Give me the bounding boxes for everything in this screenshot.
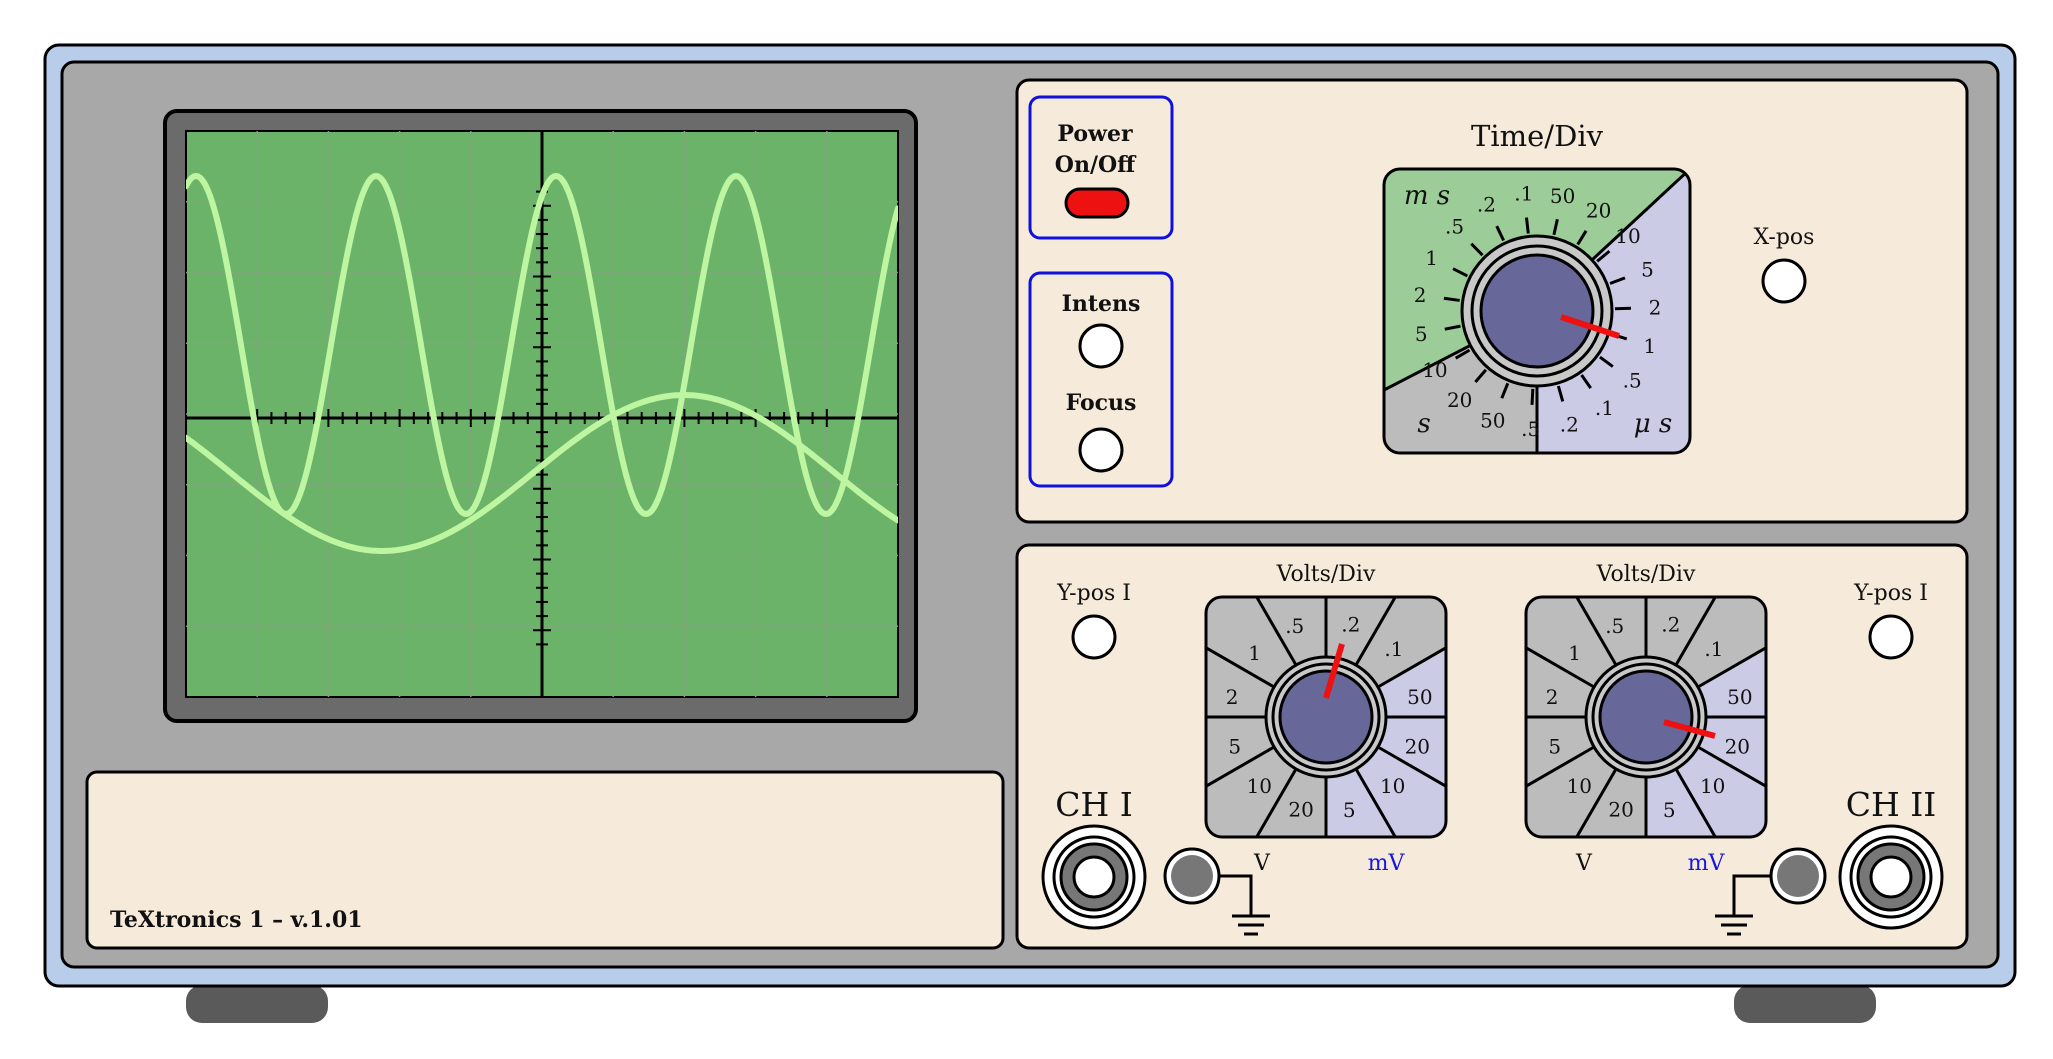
power-label-line2: On/Off: [1055, 152, 1137, 178]
intens-label: Intens: [1062, 291, 1141, 317]
intens-knob[interactable]: [1078, 323, 1124, 369]
volts-label-mv: 5: [1663, 798, 1676, 822]
ch2-ypos-knob[interactable]: [1868, 614, 1914, 660]
x-pos-label: X-pos: [1754, 225, 1815, 250]
ch2-mv-unit: mV: [1688, 851, 1726, 876]
timebase-tick: [1524, 217, 1530, 234]
volts-label-v: 2: [1226, 685, 1239, 709]
ch1-ground-socket-inner: [1171, 855, 1213, 897]
ch2-ypos-label: Y-pos I: [1853, 581, 1928, 606]
timebase-label-s: .5: [1521, 417, 1540, 441]
left-foot: [186, 985, 328, 1023]
timebase-title: Time/Div: [1471, 119, 1604, 153]
power-button[interactable]: [1064, 187, 1130, 219]
timebase-label-ms: 20: [1447, 388, 1472, 412]
timebase-label-ms: 5: [1415, 322, 1428, 346]
timebase-label-ms: .1: [1514, 182, 1533, 206]
timebase-label-ms: 10: [1422, 358, 1447, 382]
ch1-label: CH I: [1055, 785, 1133, 824]
timebase-tick: [1530, 388, 1535, 405]
volts-label-mv: 20: [1405, 735, 1430, 759]
volts-label-v: 5: [1228, 735, 1241, 759]
volts-label-v: .1: [1384, 637, 1403, 661]
timebase-label-ms: 2: [1414, 283, 1427, 307]
timebase-label-ms: 50: [1480, 408, 1505, 432]
timebase-label-ms: 1: [1425, 246, 1438, 270]
volts-label-v: 5: [1548, 735, 1561, 759]
volts-label-mv: 5: [1343, 798, 1356, 822]
volts-label-mv: 50: [1407, 685, 1432, 709]
timebase-label-us: .5: [1623, 369, 1642, 393]
ch1-volts-knob[interactable]: [1278, 669, 1374, 765]
timebase-label-ms: .5: [1445, 215, 1464, 239]
timebase-knob[interactable]: [1479, 253, 1595, 369]
x-pos-knob[interactable]: [1761, 258, 1807, 304]
volts-label-v: 20: [1288, 798, 1313, 822]
focus-knob[interactable]: [1078, 427, 1124, 473]
volts-label-mv: 10: [1700, 774, 1725, 798]
volts-label-v: 2: [1546, 685, 1559, 709]
ch1-v-unit: V: [1253, 851, 1271, 876]
volts-label-v: 1: [1568, 641, 1581, 665]
timebase-label-us: 5: [1641, 257, 1654, 281]
timebase-label-us: 20: [1586, 198, 1611, 222]
volts-label-v: .5: [1605, 614, 1624, 638]
ch2-jack-center: [1869, 855, 1913, 899]
ch2-volts-knob[interactable]: [1598, 669, 1694, 765]
ch1-mv-unit: mV: [1368, 851, 1406, 876]
ch1-volts-title: Volts/Div: [1276, 562, 1376, 587]
power-label-line1: Power: [1057, 121, 1133, 147]
timebase-label-us: 50: [1550, 184, 1575, 208]
volts-label-v: 10: [1247, 774, 1272, 798]
ch2-v-unit: V: [1575, 851, 1593, 876]
volts-label-mv: 20: [1725, 735, 1750, 759]
oscilloscope-diagram: TeXtronics 1 – v.1.01 Power On/Off Inten…: [43, 43, 2017, 1023]
brand-label: TeXtronics 1 – v.1.01: [110, 907, 363, 933]
volts-label-mv: 10: [1380, 774, 1405, 798]
timebase-label-us: 1: [1643, 334, 1656, 358]
ch2-label: CH II: [1846, 785, 1937, 824]
right-foot: [1734, 985, 1876, 1023]
ch2-volts-title: Volts/Div: [1596, 562, 1696, 587]
volts-label-v: 10: [1567, 774, 1592, 798]
ch1-jack-center: [1072, 855, 1116, 899]
volts-label-v: .5: [1285, 614, 1304, 638]
focus-label: Focus: [1066, 390, 1137, 416]
volts-label-mv: 50: [1727, 685, 1752, 709]
unit-us-label: μ s: [1634, 409, 1673, 439]
ch2-ground-socket-inner: [1777, 855, 1819, 897]
ch1-ypos-label: Y-pos I: [1056, 581, 1131, 606]
vertical-panel: [1015, 543, 1969, 950]
unit-ms-label: m s: [1404, 181, 1450, 211]
timebase-label-us: 10: [1615, 224, 1640, 248]
timebase-label-s: .1: [1595, 396, 1614, 420]
volts-label-v: .2: [1661, 612, 1680, 636]
volts-label-v: .2: [1341, 612, 1360, 636]
unit-s-label: s: [1417, 409, 1430, 439]
ch1-ypos-knob[interactable]: [1071, 614, 1117, 660]
timebase-label-s: .2: [1560, 412, 1579, 436]
timebase-label-us: 2: [1649, 296, 1662, 320]
volts-label-v: .1: [1704, 637, 1723, 661]
volts-label-v: 1: [1248, 641, 1261, 665]
timebase-label-ms: .2: [1477, 192, 1496, 216]
volts-label-v: 20: [1608, 798, 1633, 822]
